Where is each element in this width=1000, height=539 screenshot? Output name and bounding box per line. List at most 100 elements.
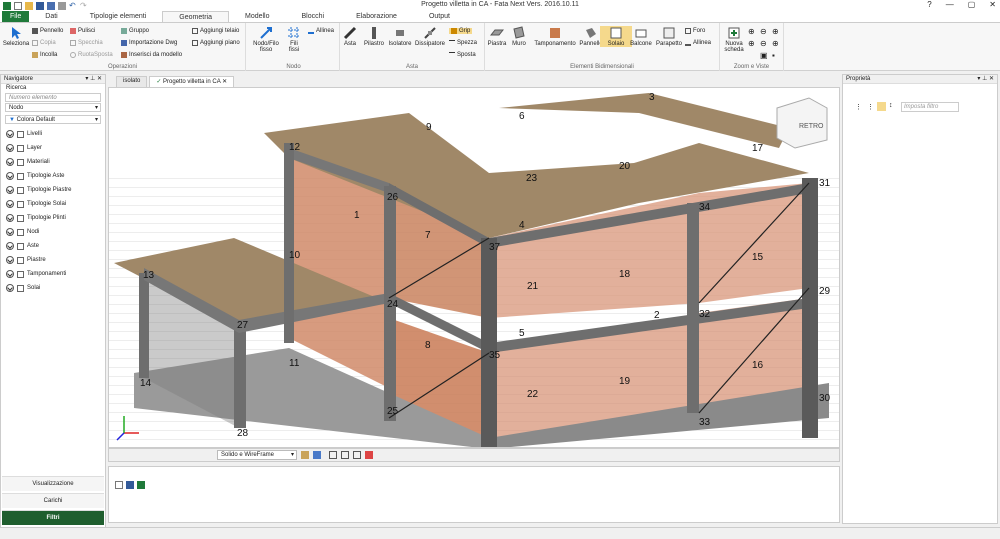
seleziona-button[interactable]: Seleziona: [0, 26, 32, 47]
expand-icon[interactable]: [6, 242, 14, 250]
zoom-all-icon[interactable]: ⊕: [772, 39, 779, 48]
nav-item-layer[interactable]: Layer: [1, 141, 105, 155]
checkbox[interactable]: [17, 242, 24, 250]
minimize-button[interactable]: —: [946, 0, 954, 9]
nav-item-piastre[interactable]: Piastre: [1, 253, 105, 267]
zoom-out-icon[interactable]: ⊖: [760, 27, 767, 36]
checkbox[interactable]: [17, 172, 24, 180]
grip-button[interactable]: Grip: [449, 28, 473, 34]
expand-icon[interactable]: [6, 284, 14, 292]
expand-icon[interactable]: [6, 200, 14, 208]
pulisci-button[interactable]: Pulisci: [70, 28, 95, 34]
tab-output[interactable]: Output: [413, 11, 466, 22]
allinea-nodo-button[interactable]: Allinea: [308, 28, 334, 34]
tab-blocchi[interactable]: Blocchi: [286, 11, 341, 22]
tab-isolato[interactable]: isolato: [116, 76, 148, 87]
search-input[interactable]: Numero elemento: [5, 93, 101, 102]
save-view-icon[interactable]: ▪: [772, 51, 775, 60]
nav-item-solai[interactable]: Solai: [1, 281, 105, 295]
checkbox[interactable]: [17, 270, 24, 278]
dissipatore-button[interactable]: Dissipatore: [414, 26, 446, 47]
expand-icon[interactable]: [6, 228, 14, 236]
expand-icon[interactable]: [6, 270, 14, 278]
sort-alpha-icon[interactable]: [877, 102, 886, 111]
ruota-sposta-button[interactable]: RuotaSposta: [70, 52, 113, 58]
categorized-icon[interactable]: ⋮: [855, 103, 862, 111]
tab-elaborazione[interactable]: Elaborazione: [340, 11, 413, 22]
expand-icon[interactable]: [6, 158, 14, 166]
expand-icon[interactable]: [6, 130, 14, 138]
aggiungi-piano-button[interactable]: Aggiungi piano: [192, 40, 240, 46]
pin-icon[interactable]: ▾ ⊥ ✕: [85, 75, 102, 84]
checkbox[interactable]: [17, 214, 24, 222]
nav-item-livelli[interactable]: Livelli: [1, 127, 105, 141]
allinea-elementi-button[interactable]: Allinea: [685, 40, 711, 46]
checkbox[interactable]: [17, 284, 24, 292]
checkbox[interactable]: [17, 200, 24, 208]
nav-item-materiali[interactable]: Materiali: [1, 155, 105, 169]
nav-item-tipologie-aste[interactable]: Tipologie Aste: [1, 169, 105, 183]
zoom-extents-icon[interactable]: ⊕: [772, 27, 779, 36]
render-mode-select[interactable]: Solido e WireFrame ▾: [217, 450, 297, 460]
filtri-button[interactable]: Filtri: [2, 510, 104, 525]
checkbox[interactable]: [17, 256, 24, 264]
pdf-icon[interactable]: [365, 451, 373, 459]
tab-tipologie-elementi[interactable]: Tipologie elementi: [74, 11, 163, 22]
document-icon[interactable]: [353, 451, 361, 459]
expand-icon[interactable]: [6, 186, 14, 194]
save-icon[interactable]: [126, 481, 134, 489]
parapetto-button[interactable]: Parapetto: [653, 26, 685, 47]
checkbox[interactable]: [17, 144, 24, 152]
spezza-button[interactable]: Spezza: [449, 40, 477, 46]
property-filter-input[interactable]: Imposta filtro: [901, 102, 959, 112]
copia-button[interactable]: Copia: [32, 40, 56, 46]
checkbox[interactable]: [17, 186, 24, 194]
tab-progetto-villetta[interactable]: ✓ Progetto villetta in CA ✕: [149, 76, 235, 87]
image-icon[interactable]: [313, 451, 321, 459]
zoom-in-icon[interactable]: ⊕: [748, 27, 755, 36]
inserisci-modello-button[interactable]: Inserisci da modello: [121, 52, 182, 58]
list-icon[interactable]: ⋮: [867, 103, 874, 111]
isolatore-button[interactable]: Isolatore: [384, 26, 416, 47]
new-icon[interactable]: [115, 481, 123, 489]
info-icon[interactable]: [329, 451, 337, 459]
nuova-scheda-button[interactable]: Nuova scheda: [718, 26, 750, 53]
expand-icon[interactable]: [6, 172, 14, 180]
output-console[interactable]: [108, 466, 840, 523]
tamponamento-button[interactable]: Tamponamento: [533, 26, 577, 47]
aggiungi-telaio-button[interactable]: Aggiungi telaio: [192, 28, 239, 34]
sort-icon[interactable]: ↕: [889, 102, 893, 109]
visualizzazione-button[interactable]: Visualizzazione: [2, 476, 104, 491]
fili-fissi-button[interactable]: Fili fissi: [278, 26, 310, 53]
nav-item-tipologie-solai[interactable]: Tipologie Solai: [1, 197, 105, 211]
close-button[interactable]: ✕: [989, 0, 996, 9]
maximize-button[interactable]: ▢: [968, 0, 976, 9]
node-type-select[interactable]: Nodo ▾: [5, 103, 101, 112]
pin-icon[interactable]: ▾ ⊥ ✕: [977, 75, 994, 84]
nav-item-tipologie-piastre[interactable]: Tipologie Piastre: [1, 183, 105, 197]
expand-icon[interactable]: [6, 214, 14, 222]
nav-item-aste[interactable]: Aste: [1, 239, 105, 253]
snapshot-icon[interactable]: [301, 451, 309, 459]
incolla-button[interactable]: Incolla: [32, 52, 57, 58]
checkbox[interactable]: [17, 158, 24, 166]
nav-item-nodi[interactable]: Nodi: [1, 225, 105, 239]
specchia-button[interactable]: Specchia: [70, 40, 103, 46]
nav-item-tipologie-plinti[interactable]: Tipologie Plinti: [1, 211, 105, 225]
zoom-window-icon[interactable]: ⊕: [748, 39, 755, 48]
muro-button[interactable]: Muro: [503, 26, 535, 47]
expand-icon[interactable]: [6, 144, 14, 152]
color-mode-select[interactable]: ▼ Colora Default ▾: [5, 115, 101, 124]
checkbox[interactable]: [17, 228, 24, 236]
copy-icon[interactable]: [341, 451, 349, 459]
close-icon[interactable]: ✕: [222, 79, 227, 85]
sposta-button[interactable]: Sposta: [449, 52, 476, 58]
nav-item-tamponamenti[interactable]: Tamponamenti: [1, 267, 105, 281]
tab-file[interactable]: File: [2, 11, 30, 22]
export-icon[interactable]: [137, 481, 145, 489]
tab-dati[interactable]: Dati: [29, 11, 73, 22]
tab-modello[interactable]: Modello: [229, 11, 286, 22]
print-view-icon[interactable]: ▣: [760, 51, 768, 60]
zoom-previous-icon[interactable]: ⊖: [760, 39, 767, 48]
foro-button[interactable]: Foro: [685, 28, 705, 34]
